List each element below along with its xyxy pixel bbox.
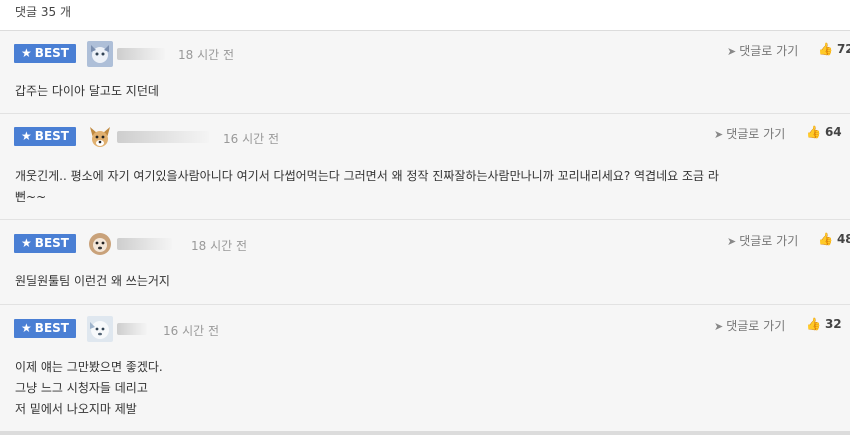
thumbs-up-icon: 👍 — [806, 317, 821, 331]
comment-item: ★ BEST 16 시간 전 ➤ 댓글로 가기 👍 64 개웃긴게.. 평소에 자기 … — [0, 114, 850, 220]
comment-text: 원딜원툴팀 이런건 왜 쓰는거지 — [15, 271, 170, 292]
star-icon: ★ — [21, 236, 32, 250]
comment-line: 뻔~~ — [15, 190, 47, 204]
comment-time: 18 시간 전 — [191, 239, 248, 253]
comment-time: 16 시간 전 — [223, 132, 280, 146]
thumbs-up-icon: 👍 — [818, 232, 833, 246]
comment-item: ★BEST 18 시간 전 ➤댓글로 가기 👍72 갑주는 다이아 달고도 지던… — [0, 31, 850, 114]
bottom-divider — [0, 431, 850, 435]
dog-avatar-icon[interactable] — [87, 124, 113, 150]
comment-time: 18 시간 전 — [178, 48, 235, 62]
comment-line: 원딜원툴팀 이런건 왜 쓰는거지 — [15, 274, 170, 288]
comment-text: 이제 얘는 그만봤으면 좋겠다. 그냥 느그 시청자들 데리고 저 밑에서 나오… — [15, 357, 163, 420]
thumbs-up-icon: 👍 — [818, 42, 833, 56]
go-to-reply-link[interactable]: ➤ 댓글로 가기 — [727, 42, 798, 59]
dog-avatar-icon[interactable] — [87, 41, 113, 67]
comment-line: 갑주는 다이아 달고도 지던데 — [15, 84, 159, 98]
nickname-blurred[interactable] — [117, 48, 165, 60]
send-arrow-icon: ➤ — [714, 320, 724, 333]
comment-line: 그냥 느그 시청자들 데리고 — [15, 381, 148, 395]
comment-text: 갑주는 다이아 달고도 지던데 — [15, 81, 159, 102]
send-arrow-icon: ➤ — [714, 128, 724, 141]
nickname-blurred[interactable] — [117, 238, 172, 250]
thumbs-up-icon: 👍 — [806, 125, 821, 139]
comment-line: 개웃긴게.. 평소에 자기 여기있을사람아니다 여기서 다썹어먹는다 그러면서 … — [15, 169, 719, 183]
star-icon: ★ — [21, 129, 32, 143]
go-to-reply-link[interactable]: ➤ 댓글로 가기 — [714, 317, 785, 334]
dog-avatar-icon[interactable] — [87, 231, 113, 257]
comment-text: 개웃긴게.. 평소에 자기 여기있을사람아니다 여기서 다썹어먹는다 그러면서 … — [15, 166, 719, 208]
like-button[interactable]: 👍 32 — [806, 317, 842, 331]
go-to-reply-link[interactable]: ➤ 댓글로 가기 — [714, 125, 785, 142]
send-arrow-icon: ➤ — [727, 235, 737, 248]
comments-header: 댓글 35 개 — [0, 0, 850, 31]
best-badge: ★ BEST — [14, 44, 76, 63]
best-badge: ★ BEST — [14, 234, 76, 253]
send-arrow-icon: ➤ — [727, 45, 737, 58]
comment-item: ★ BEST 16 시간 전 ➤ 댓글로 가기 👍 32 이제 얘는 그만봤으면 좋겠… — [0, 305, 850, 431]
comment-item: ★BEST 18 시간 전 ➤댓글로 가기 👍48 원딜원툴팀 이런건 왜 쓰는… — [0, 220, 850, 305]
best-badge: ★ BEST — [14, 127, 76, 146]
comment-line: 이제 얘는 그만봤으면 좋겠다. — [15, 360, 163, 374]
nickname-blurred[interactable] — [117, 323, 147, 335]
like-button[interactable]: 👍72 — [818, 42, 850, 56]
best-badge: ★ BEST — [14, 319, 76, 338]
dog-avatar-icon[interactable] — [87, 316, 113, 342]
comment-line: 저 밑에서 나오지마 제발 — [15, 402, 137, 416]
star-icon: ★ — [21, 46, 32, 60]
like-button[interactable]: 👍48 — [818, 232, 850, 246]
like-button[interactable]: 👍 64 — [806, 125, 842, 139]
comment-time: 16 시간 전 — [163, 324, 220, 338]
go-to-reply-link[interactable]: ➤ 댓글로 가기 — [727, 232, 798, 249]
nickname-blurred[interactable] — [117, 131, 209, 143]
comment-count: 댓글 35 개 — [15, 5, 72, 19]
star-icon: ★ — [21, 321, 32, 335]
